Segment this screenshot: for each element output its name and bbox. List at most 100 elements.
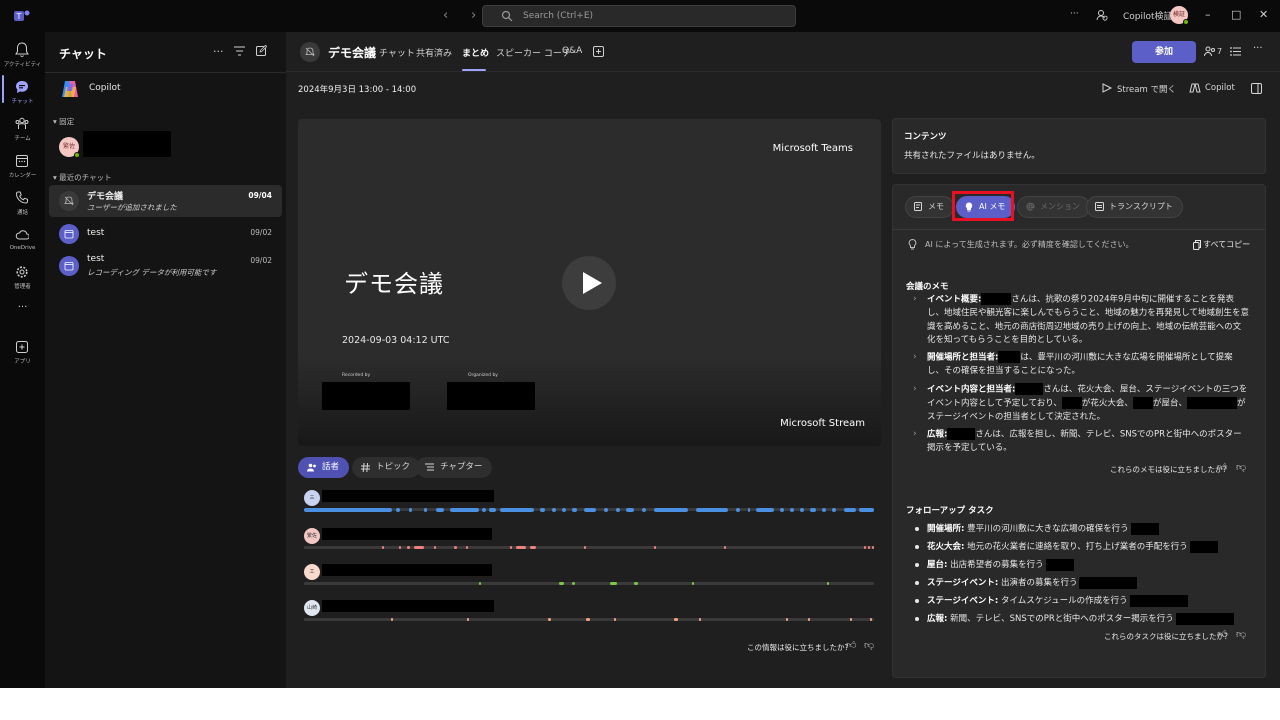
rail-apps[interactable]: アプリ [0,335,45,373]
speech-segment [434,546,436,549]
speaker-track[interactable] [304,546,874,549]
chat-item-test-2[interactable]: test レコーディング データが利用可能です 09/02 [49,250,282,282]
join-button[interactable]: 参加 [1132,41,1196,63]
people-icon[interactable] [1204,46,1216,57]
speech-segment [844,508,856,512]
chapters-pill[interactable]: チャプター [416,457,493,478]
add-tab-icon[interactable] [593,46,604,57]
chevron-right-icon[interactable]: › [913,352,917,362]
task-item: 開催場所: 豊平川の河川敷に大きな広場の確保を行う [927,522,1159,535]
speech-segment [832,508,836,512]
rail-admin[interactable]: 管理者 [0,260,45,298]
speech-segment [822,508,826,512]
chat-more-button[interactable]: ··· [213,45,224,58]
recording-player[interactable]: Microsoft Teams デモ会議 2024-09-03 04:12 UT… [298,119,881,446]
redacted-name [1186,397,1237,409]
pinned-chat-item[interactable]: 繁佐 [49,131,282,161]
speaker-track[interactable] [304,582,874,585]
speech-segment [466,546,468,549]
note-text: を予定している。 [944,443,1012,453]
open-in-stream-link[interactable]: Stream で開く [1117,83,1176,95]
chapters-pill-label: チャプター [440,462,483,472]
forward-button[interactable]: › [471,8,476,23]
back-button[interactable]: ‹ [443,8,448,23]
header-more-button[interactable]: ··· [1253,43,1263,54]
copy-icon[interactable] [1193,240,1201,250]
rail-activity-label: アクティビティ [3,62,42,68]
rail-chat[interactable]: チャット [0,75,45,113]
recent-header-label: 最近のチャット [59,173,112,182]
search-icon [501,10,513,22]
speaker-row[interactable]: 山崎 [304,600,874,626]
note-label: イベント内容と担当者: [927,384,1016,395]
play-button[interactable] [562,256,616,310]
filter-icon[interactable] [234,46,245,56]
tab-recap[interactable]: まとめ [462,46,489,59]
tab-mentions[interactable]: メンション [1017,196,1090,218]
rail-calls[interactable]: 通話 [0,186,45,224]
tab-notes[interactable]: メモ [905,196,954,218]
copilot-button[interactable]: Copilot [1205,83,1235,93]
redacted-assignee [1079,576,1138,589]
thumbs-up-icon[interactable]: 👍︎ [1217,461,1227,473]
panel-icon[interactable] [1251,83,1262,94]
close-window-button[interactable]: ✕ [1259,8,1268,21]
chat-item-test-1[interactable]: test 09/02 [49,218,282,250]
list-icon[interactable] [1230,47,1241,56]
svg-text:T: T [16,12,22,21]
new-chat-icon[interactable] [256,45,267,56]
rail-teams[interactable]: チーム [0,112,45,150]
teams-logo-icon: T [14,10,30,21]
tab-qa[interactable]: Q&A [562,46,582,56]
speech-segment [450,508,479,512]
speaker-avatar: 工 [304,564,320,580]
pinned-section-header[interactable]: ▾ 固定 [53,116,74,127]
chevron-right-icon[interactable]: › [913,294,917,304]
chevron-right-icon[interactable]: › [913,429,917,439]
rail-onedrive-label: OneDrive [9,245,36,251]
tab-chat[interactable]: チャット [379,46,415,59]
rail-activity[interactable]: アクティビティ [0,38,45,76]
tab-transcript[interactable]: トランスクリプト [1086,196,1183,218]
thumbs-down-icon[interactable]: 👎︎ [1236,628,1246,640]
tab-shared[interactable]: 共有済み [416,46,452,59]
rail-onedrive[interactable]: OneDrive [0,223,45,261]
chat-list-divider [45,72,286,73]
copy-all-button[interactable]: すべてコピー [1203,239,1250,250]
account-avatar[interactable]: 検証 [1170,6,1189,25]
recent-section-header[interactable]: ▾ 最近のチャット [53,172,112,183]
note-text: が屋台、 [1152,398,1187,409]
meeting-title: デモ会議 [328,46,377,60]
speaker-row[interactable]: 繁佐 [304,528,874,554]
account-name[interactable]: Copilot検証 [1123,9,1173,22]
chat-name: test [87,254,105,264]
speech-segment [530,546,536,549]
rail-calendar[interactable]: カレンダー [0,149,45,187]
copilot-chat-item[interactable]: Copilot [59,78,279,100]
thumbs-down-icon[interactable]: 👎︎ [1236,461,1246,473]
speaker-row[interactable]: 三 [304,490,874,516]
speakers-pill[interactable]: 話者 [298,457,350,478]
tab-speaker-coach[interactable]: スピーカー コーチ [496,46,571,59]
search-input[interactable]: Search (Ctrl+E) [482,5,796,27]
speech-segment [827,582,829,585]
chat-item-demo-meeting[interactable]: デモ会議 ユーザーが追加されました 09/04 [49,185,282,217]
maximize-button[interactable]: □ [1231,8,1241,21]
cloud-icon [15,230,29,240]
minimize-button[interactable]: – [1205,8,1211,21]
speech-segment [500,508,534,512]
thumbs-up-icon[interactable]: 👍︎ [846,639,856,651]
topics-pill[interactable]: トピック [352,457,421,478]
lightbulb-icon [908,239,917,250]
speech-segment [654,546,656,549]
bullet [915,581,919,585]
rail-more[interactable]: ··· [0,300,45,320]
speaker-row[interactable]: 工 [304,564,874,590]
more-options-button[interactable]: ··· [1070,9,1079,19]
redacted-speaker-name [322,600,494,612]
thumbs-down-icon[interactable]: 👎︎ [864,639,874,651]
thumbs-up-icon[interactable]: 👍︎ [1217,628,1227,640]
speech-segment [626,508,634,512]
chevron-right-icon[interactable]: › [913,384,917,394]
shield-person-icon[interactable] [1096,9,1108,21]
